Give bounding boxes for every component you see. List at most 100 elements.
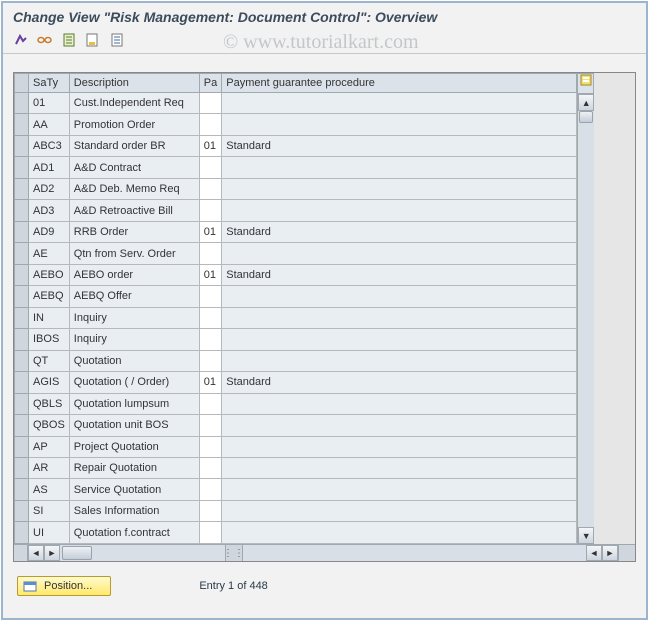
scroll-left-button-1[interactable]: ◄ <box>28 545 44 561</box>
row-selector[interactable] <box>15 479 29 500</box>
cell-description: Qtn from Serv. Order <box>69 243 199 264</box>
column-selector[interactable] <box>15 74 29 93</box>
cell-pa[interactable]: 01 <box>199 135 221 156</box>
row-selector[interactable] <box>15 372 29 393</box>
cell-pa[interactable] <box>199 329 221 350</box>
cell-saty: AD2 <box>29 178 70 199</box>
cell-description: Quotation <box>69 350 199 371</box>
scroll-up-button[interactable]: ▲ <box>578 94 594 111</box>
vertical-scrollbar[interactable]: ▲ ▼ <box>577 94 594 544</box>
toggle-view-button[interactable] <box>11 31 31 49</box>
cell-saty: IBOS <box>29 329 70 350</box>
row-selector[interactable] <box>15 221 29 242</box>
row-selector[interactable] <box>15 500 29 521</box>
column-header-description[interactable]: Description <box>69 74 199 93</box>
cell-saty: AE <box>29 243 70 264</box>
cell-pa[interactable]: 01 <box>199 372 221 393</box>
column-header-payment-guarantee[interactable]: Payment guarantee procedure <box>222 74 577 93</box>
table-row: AD9RRB Order01Standard <box>15 221 577 242</box>
cell-pa[interactable] <box>199 415 221 436</box>
cell-description: Service Quotation <box>69 479 199 500</box>
row-selector[interactable] <box>15 457 29 478</box>
cell-pa[interactable] <box>199 286 221 307</box>
cell-pa[interactable] <box>199 479 221 500</box>
scroll-track-right[interactable] <box>243 545 586 561</box>
row-selector[interactable] <box>15 178 29 199</box>
cell-saty: UI <box>29 522 70 544</box>
page-title: Change View "Risk Management: Document C… <box>3 3 646 29</box>
row-selector[interactable] <box>15 307 29 328</box>
cell-description: A&D Deb. Memo Req <box>69 178 199 199</box>
column-header-pa[interactable]: Pa <box>199 74 221 93</box>
cell-pa[interactable] <box>199 93 221 114</box>
row-selector[interactable] <box>15 135 29 156</box>
scroll-left-button-2[interactable]: ◄ <box>586 545 602 561</box>
cell-pa[interactable] <box>199 393 221 414</box>
row-selector[interactable] <box>15 264 29 285</box>
row-selector[interactable] <box>15 157 29 178</box>
table-settings-button[interactable] <box>577 73 594 94</box>
row-selector[interactable] <box>15 329 29 350</box>
scroll-thumb-left[interactable] <box>62 546 92 560</box>
cell-pa[interactable] <box>199 243 221 264</box>
scroll-track-left[interactable] <box>60 545 225 561</box>
cell-pa[interactable] <box>199 522 221 544</box>
cell-payment-guarantee <box>222 479 577 500</box>
cell-pa[interactable] <box>199 500 221 521</box>
column-split-handle[interactable]: ⋮⋮ <box>225 545 243 561</box>
scroll-track-vertical[interactable] <box>578 111 594 527</box>
scroll-right-button-2[interactable]: ► <box>602 545 618 561</box>
cell-pa[interactable] <box>199 200 221 221</box>
table-row: UIQuotation f.contract <box>15 522 577 544</box>
position-icon <box>22 579 38 593</box>
row-selector[interactable] <box>15 522 29 544</box>
cell-pa[interactable] <box>199 350 221 371</box>
data-grid: SaTy Description Pa Payment guarantee pr… <box>13 72 636 562</box>
entry-counter: Entry 1 of 448 <box>199 580 268 592</box>
cell-description: Quotation f.contract <box>69 522 199 544</box>
row-selector[interactable] <box>15 93 29 114</box>
row-selector[interactable] <box>15 243 29 264</box>
row-selector[interactable] <box>15 350 29 371</box>
cell-saty: QT <box>29 350 70 371</box>
scroll-down-button[interactable]: ▼ <box>578 527 594 544</box>
row-selector[interactable] <box>15 393 29 414</box>
cell-pa[interactable] <box>199 178 221 199</box>
row-selector[interactable] <box>15 286 29 307</box>
copy-as-button[interactable] <box>83 31 103 49</box>
table-row: QBOSQuotation unit BOS <box>15 415 577 436</box>
cell-description: Inquiry <box>69 307 199 328</box>
cell-saty: 01 <box>29 93 70 114</box>
cell-payment-guarantee <box>222 114 577 135</box>
new-entries-button[interactable] <box>59 31 79 49</box>
cell-payment-guarantee <box>222 457 577 478</box>
cell-payment-guarantee <box>222 522 577 544</box>
row-selector[interactable] <box>15 200 29 221</box>
cell-pa[interactable] <box>199 457 221 478</box>
cell-pa[interactable] <box>199 436 221 457</box>
cell-saty: ABC3 <box>29 135 70 156</box>
table-row: QTQuotation <box>15 350 577 371</box>
table-row: 01Cust.Independent Req <box>15 93 577 114</box>
column-header-saty[interactable]: SaTy <box>29 74 70 93</box>
cell-description: Standard order BR <box>69 135 199 156</box>
table-row: AEBQAEBQ Offer <box>15 286 577 307</box>
delimit-button[interactable] <box>107 31 127 49</box>
scroll-right-button-1[interactable]: ► <box>44 545 60 561</box>
scroll-thumb-vertical[interactable] <box>579 111 593 123</box>
cell-pa[interactable]: 01 <box>199 221 221 242</box>
row-selector[interactable] <box>15 415 29 436</box>
cell-pa[interactable]: 01 <box>199 264 221 285</box>
cell-pa[interactable] <box>199 114 221 135</box>
cell-pa[interactable] <box>199 157 221 178</box>
table-row: ASService Quotation <box>15 479 577 500</box>
row-selector[interactable] <box>15 114 29 135</box>
position-button[interactable]: Position... <box>17 576 111 596</box>
cell-payment-guarantee: Standard <box>222 135 577 156</box>
cell-saty: AGIS <box>29 372 70 393</box>
cell-saty: AD3 <box>29 200 70 221</box>
row-selector[interactable] <box>15 436 29 457</box>
cell-pa[interactable] <box>199 307 221 328</box>
table-row: AAPromotion Order <box>15 114 577 135</box>
display-change-button[interactable] <box>35 31 55 49</box>
